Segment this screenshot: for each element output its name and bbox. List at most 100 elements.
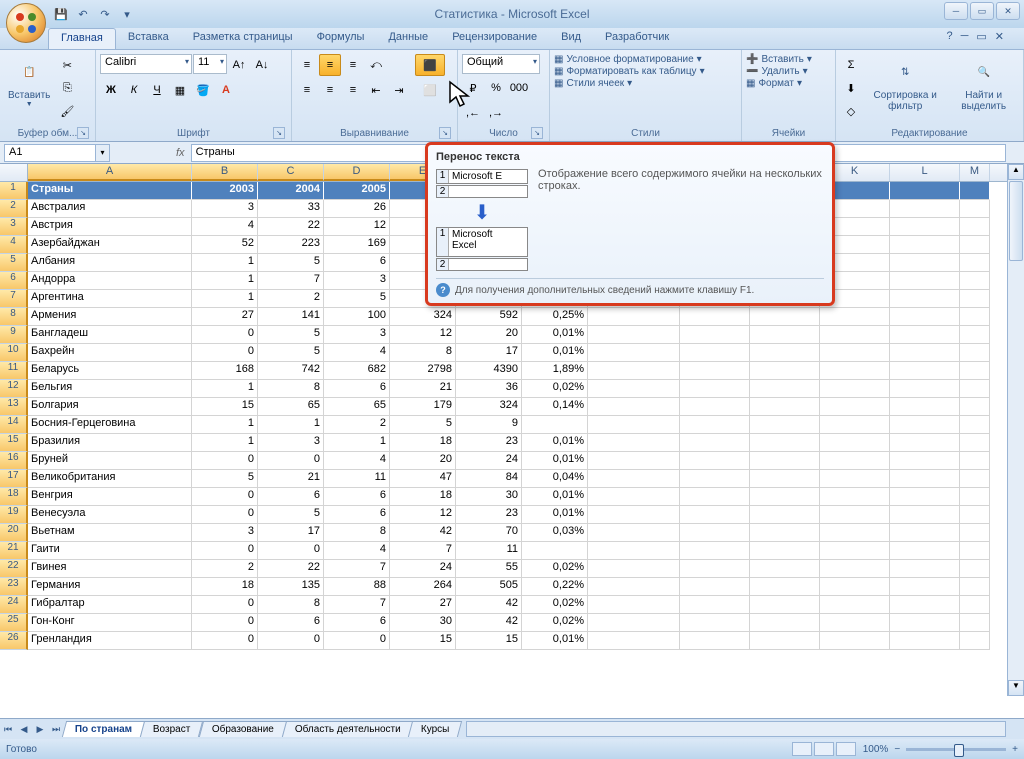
cell[interactable]: 12 [390, 506, 456, 524]
row-header[interactable]: 22 [0, 560, 28, 578]
maximize-button[interactable]: ▭ [970, 2, 994, 20]
cell[interactable] [588, 326, 680, 344]
cell[interactable]: Гаити [28, 542, 192, 560]
cell[interactable] [820, 488, 890, 506]
cell[interactable]: 1 [258, 416, 324, 434]
ribbon-tab[interactable]: Вид [549, 28, 593, 49]
cell[interactable]: 169 [324, 236, 390, 254]
cell[interactable]: 0 [192, 452, 258, 470]
row-header[interactable]: 15 [0, 434, 28, 452]
cell[interactable]: 52 [192, 236, 258, 254]
shrink-font-icon[interactable]: A↓ [251, 54, 273, 76]
cell[interactable]: 8 [324, 524, 390, 542]
cell[interactable] [680, 470, 750, 488]
cell[interactable] [890, 290, 960, 308]
cell[interactable]: 0,01% [522, 344, 588, 362]
font-size-combo[interactable]: 11 [193, 54, 227, 74]
find-select-button[interactable]: 🔍 Найти и выделить [948, 54, 1019, 114]
column-header[interactable]: A [28, 164, 192, 181]
cell[interactable] [890, 272, 960, 290]
cell[interactable]: 18 [390, 488, 456, 506]
cell[interactable] [588, 344, 680, 362]
cell[interactable]: 7 [324, 560, 390, 578]
cell[interactable]: Венесуэла [28, 506, 192, 524]
cell[interactable] [820, 578, 890, 596]
cell[interactable] [890, 560, 960, 578]
cell[interactable] [588, 434, 680, 452]
cell[interactable] [750, 542, 820, 560]
sheet-nav-prev-icon[interactable]: ◀ [16, 721, 32, 737]
percent-icon[interactable]: % [485, 77, 507, 99]
cell[interactable] [820, 470, 890, 488]
cell[interactable] [588, 542, 680, 560]
cell[interactable] [680, 596, 750, 614]
cell[interactable] [750, 614, 820, 632]
cell[interactable] [750, 326, 820, 344]
cut-icon[interactable]: ✂ [56, 54, 78, 76]
cell[interactable]: 0,02% [522, 614, 588, 632]
cell[interactable] [960, 524, 990, 542]
cell[interactable]: Аргентина [28, 290, 192, 308]
cell[interactable] [960, 452, 990, 470]
cell[interactable]: 27 [390, 596, 456, 614]
cell[interactable] [820, 614, 890, 632]
dialog-launcher-icon[interactable]: ↘ [273, 127, 285, 139]
cell[interactable]: 4 [324, 452, 390, 470]
cell[interactable]: 15 [390, 632, 456, 650]
ribbon-tab[interactable]: Главная [48, 28, 116, 49]
cell[interactable]: 22 [258, 560, 324, 578]
underline-icon[interactable]: Ч [146, 79, 168, 101]
cell[interactable] [750, 434, 820, 452]
cell[interactable]: 0,22% [522, 578, 588, 596]
cell[interactable]: 65 [324, 398, 390, 416]
column-header[interactable]: C [258, 164, 324, 181]
currency-icon[interactable]: ₽ [462, 77, 484, 99]
row-header[interactable]: 23 [0, 578, 28, 596]
cell[interactable] [960, 200, 990, 218]
cell[interactable]: 1 [192, 254, 258, 272]
sheet-nav-first-icon[interactable]: ⏮ [0, 721, 16, 737]
cell[interactable]: Албания [28, 254, 192, 272]
cell[interactable]: 8 [258, 380, 324, 398]
cell[interactable] [680, 434, 750, 452]
cell[interactable] [750, 344, 820, 362]
cell[interactable]: 0 [192, 344, 258, 362]
name-box[interactable]: A1 [4, 144, 96, 162]
cell[interactable] [890, 614, 960, 632]
cell[interactable] [680, 452, 750, 470]
row-header[interactable]: 7 [0, 290, 28, 308]
cell[interactable]: Беларусь [28, 362, 192, 380]
cell[interactable] [820, 560, 890, 578]
cell[interactable]: 505 [456, 578, 522, 596]
cell[interactable]: 0 [258, 632, 324, 650]
cell[interactable]: 12 [390, 326, 456, 344]
cell[interactable] [750, 452, 820, 470]
dialog-launcher-icon[interactable]: ↘ [439, 127, 451, 139]
cell[interactable] [588, 308, 680, 326]
cell[interactable] [960, 254, 990, 272]
sheet-nav-next-icon[interactable]: ▶ [32, 721, 48, 737]
cell[interactable] [750, 398, 820, 416]
increase-indent-icon[interactable]: ⇥ [388, 79, 410, 101]
cell[interactable]: 1 [192, 272, 258, 290]
cell[interactable] [890, 326, 960, 344]
cell[interactable]: 1,89% [522, 362, 588, 380]
cell[interactable]: 5 [258, 254, 324, 272]
cell[interactable] [680, 380, 750, 398]
cell[interactable] [960, 542, 990, 560]
cell[interactable]: 592 [456, 308, 522, 326]
row-header[interactable]: 19 [0, 506, 28, 524]
ribbon-tab[interactable]: Вставка [116, 28, 181, 49]
cell[interactable]: 8 [258, 596, 324, 614]
cell[interactable] [680, 344, 750, 362]
cell[interactable] [890, 524, 960, 542]
cell[interactable]: Вьетнам [28, 524, 192, 542]
cell[interactable] [750, 524, 820, 542]
cell[interactable]: 0,02% [522, 596, 588, 614]
cell[interactable]: 24 [390, 560, 456, 578]
cell[interactable]: 4390 [456, 362, 522, 380]
minimize-button[interactable]: ─ [944, 2, 968, 20]
row-header[interactable]: 10 [0, 344, 28, 362]
cell[interactable] [750, 632, 820, 650]
cell[interactable] [680, 560, 750, 578]
